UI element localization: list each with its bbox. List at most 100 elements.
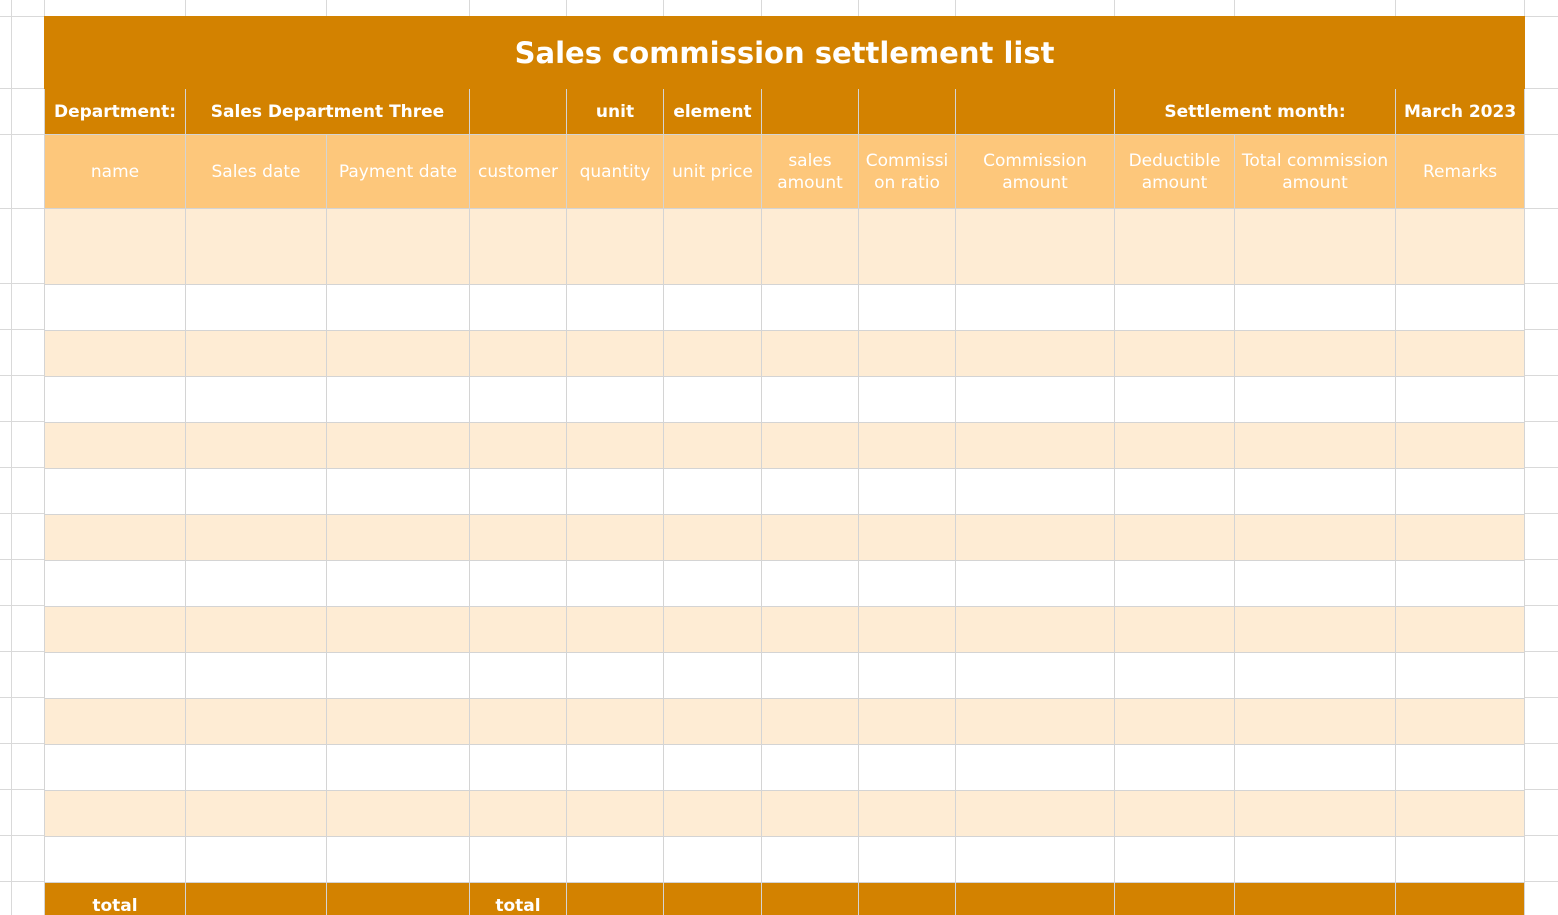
data-cell[interactable]	[44, 376, 186, 423]
data-cell[interactable]	[1114, 422, 1235, 469]
element-label[interactable]: element	[663, 88, 762, 135]
data-cell[interactable]	[761, 652, 859, 699]
data-cell[interactable]	[1114, 468, 1235, 515]
data-cell[interactable]	[858, 208, 956, 285]
settlement-month-value[interactable]: March 2023	[1394, 88, 1526, 135]
data-cell[interactable]	[326, 284, 470, 331]
data-cell[interactable]	[326, 790, 470, 837]
data-cell[interactable]	[326, 560, 470, 607]
data-cell[interactable]	[1114, 284, 1235, 331]
data-cell[interactable]	[1234, 744, 1396, 791]
data-cell[interactable]	[761, 330, 859, 377]
data-cell[interactable]	[185, 560, 327, 607]
info-cell-blank[interactable]	[955, 88, 1115, 135]
data-cell[interactable]	[185, 208, 327, 285]
info-cell-blank[interactable]	[761, 88, 859, 135]
column-header-quantity[interactable]: quantity	[566, 134, 664, 209]
data-cell[interactable]	[858, 698, 956, 745]
data-cell[interactable]	[469, 606, 567, 653]
data-cell[interactable]	[761, 698, 859, 745]
data-cell[interactable]	[955, 698, 1115, 745]
info-cell-blank[interactable]	[858, 88, 956, 135]
data-cell[interactable]	[44, 744, 186, 791]
data-cell[interactable]	[469, 560, 567, 607]
data-cell[interactable]	[955, 514, 1115, 561]
data-cell[interactable]	[663, 208, 762, 285]
data-cell[interactable]	[1114, 208, 1235, 285]
data-cell[interactable]	[858, 836, 956, 883]
data-cell[interactable]	[326, 514, 470, 561]
data-cell[interactable]	[761, 836, 859, 883]
data-cell[interactable]	[761, 560, 859, 607]
data-cell[interactable]	[44, 560, 186, 607]
data-cell[interactable]	[185, 422, 327, 469]
department-label[interactable]: Department:	[44, 88, 186, 135]
sheet-title[interactable]: Sales commission settlement list	[43, 16, 1526, 89]
data-cell[interactable]	[566, 330, 664, 377]
data-cell[interactable]	[955, 422, 1115, 469]
data-cell[interactable]	[663, 560, 762, 607]
data-cell[interactable]	[858, 330, 956, 377]
data-cell[interactable]	[566, 652, 664, 699]
data-cell[interactable]	[566, 560, 664, 607]
data-cell[interactable]	[858, 468, 956, 515]
data-cell[interactable]	[1394, 514, 1526, 561]
data-cell[interactable]	[566, 422, 664, 469]
total-cell[interactable]	[955, 882, 1115, 915]
data-cell[interactable]	[858, 514, 956, 561]
data-cell[interactable]	[663, 744, 762, 791]
data-cell[interactable]	[1394, 560, 1526, 607]
info-cell-blank[interactable]	[469, 88, 567, 135]
data-cell[interactable]	[326, 744, 470, 791]
total-cell[interactable]	[663, 882, 762, 915]
data-cell[interactable]	[326, 468, 470, 515]
data-cell[interactable]	[469, 208, 567, 285]
data-cell[interactable]	[185, 330, 327, 377]
data-cell[interactable]	[44, 652, 186, 699]
data-cell[interactable]	[326, 208, 470, 285]
data-cell[interactable]	[185, 652, 327, 699]
data-cell[interactable]	[44, 514, 186, 561]
column-header-sales-amount[interactable]: sales amount	[761, 134, 859, 209]
data-cell[interactable]	[1394, 790, 1526, 837]
data-cell[interactable]	[185, 698, 327, 745]
data-cell[interactable]	[761, 376, 859, 423]
data-cell[interactable]	[1114, 330, 1235, 377]
data-cell[interactable]	[955, 744, 1115, 791]
data-cell[interactable]	[326, 836, 470, 883]
data-cell[interactable]	[185, 284, 327, 331]
data-cell[interactable]	[663, 514, 762, 561]
data-cell[interactable]	[761, 422, 859, 469]
total-cell[interactable]	[326, 882, 470, 915]
data-cell[interactable]	[185, 606, 327, 653]
data-cell[interactable]	[955, 330, 1115, 377]
data-cell[interactable]	[1234, 790, 1396, 837]
data-cell[interactable]	[1234, 284, 1396, 331]
data-cell[interactable]	[44, 330, 186, 377]
data-cell[interactable]	[663, 790, 762, 837]
data-cell[interactable]	[326, 330, 470, 377]
data-cell[interactable]	[955, 284, 1115, 331]
data-cell[interactable]	[469, 698, 567, 745]
data-cell[interactable]	[663, 698, 762, 745]
data-cell[interactable]	[469, 330, 567, 377]
data-cell[interactable]	[1114, 652, 1235, 699]
data-cell[interactable]	[1394, 376, 1526, 423]
data-cell[interactable]	[185, 468, 327, 515]
data-cell[interactable]	[663, 836, 762, 883]
data-cell[interactable]	[1114, 606, 1235, 653]
data-cell[interactable]	[469, 376, 567, 423]
column-header-sales-date[interactable]: Sales date	[185, 134, 327, 209]
column-header-customer[interactable]: customer	[469, 134, 567, 209]
data-cell[interactable]	[858, 376, 956, 423]
data-cell[interactable]	[955, 468, 1115, 515]
column-header-deductible-amount[interactable]: Deductible amount	[1114, 134, 1235, 209]
data-cell[interactable]	[185, 790, 327, 837]
data-cell[interactable]	[44, 422, 186, 469]
data-cell[interactable]	[1234, 698, 1396, 745]
data-cell[interactable]	[469, 468, 567, 515]
data-cell[interactable]	[1234, 376, 1396, 423]
data-cell[interactable]	[1234, 652, 1396, 699]
data-cell[interactable]	[44, 208, 186, 285]
data-cell[interactable]	[469, 836, 567, 883]
